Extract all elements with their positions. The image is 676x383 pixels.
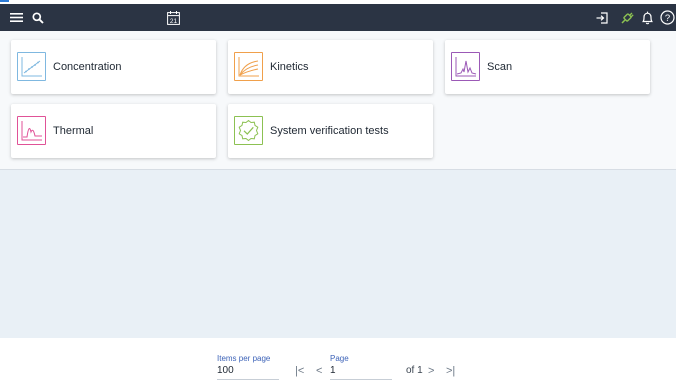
thermal-peak-icon [17, 116, 46, 145]
items-per-page-select[interactable]: 100 [217, 365, 234, 376]
help-icon[interactable]: ? [659, 4, 675, 31]
items-per-page-underline [217, 379, 279, 380]
calendar-day-number: 21 [169, 18, 177, 25]
tile-label: Scan [487, 61, 513, 73]
sign-in-icon[interactable] [595, 4, 609, 31]
window-strip-mark [0, 0, 9, 2]
last-page-button[interactable]: >| [446, 365, 455, 377]
tile-label: Concentration [53, 61, 122, 73]
tile-thermal[interactable]: Thermal [11, 104, 216, 158]
bell-icon[interactable] [640, 4, 655, 31]
scan-spectrum-icon [451, 52, 480, 81]
verification-check-icon [234, 116, 263, 145]
items-per-page-label: Items per page [217, 354, 271, 363]
kinetics-curve-icon [234, 52, 263, 81]
empty-content-area [0, 170, 676, 338]
page-label: Page [330, 354, 349, 363]
tile-label: System verification tests [270, 125, 389, 137]
tile-label: Thermal [53, 125, 94, 137]
application-tiles-panel: Concentration Kinetics Scan Thermal Syst… [0, 31, 676, 170]
top-toolbar: 21 ? [0, 4, 676, 31]
tile-system-verification-tests[interactable]: System verification tests [228, 104, 433, 158]
search-icon[interactable] [31, 4, 45, 31]
page-total-text: of 1 [406, 365, 423, 376]
help-glyph: ? [664, 13, 669, 24]
tile-concentration[interactable]: Concentration [11, 40, 216, 94]
tile-label: Kinetics [270, 61, 309, 73]
pagination-bar: Items per page 100 |< < Page 1 of 1 > >| [0, 338, 676, 383]
page-input-underline [330, 379, 392, 380]
previous-page-button[interactable]: < [316, 365, 322, 377]
connection-plug-icon[interactable] [619, 4, 635, 31]
next-page-button[interactable]: > [428, 365, 434, 377]
calendar-icon[interactable]: 21 [166, 4, 180, 31]
first-page-button[interactable]: |< [295, 365, 304, 377]
menu-icon[interactable] [8, 4, 24, 31]
tile-scan[interactable]: Scan [445, 40, 650, 94]
concentration-chart-icon [17, 52, 46, 81]
page-input[interactable]: 1 [330, 365, 336, 376]
tile-kinetics[interactable]: Kinetics [228, 40, 433, 94]
